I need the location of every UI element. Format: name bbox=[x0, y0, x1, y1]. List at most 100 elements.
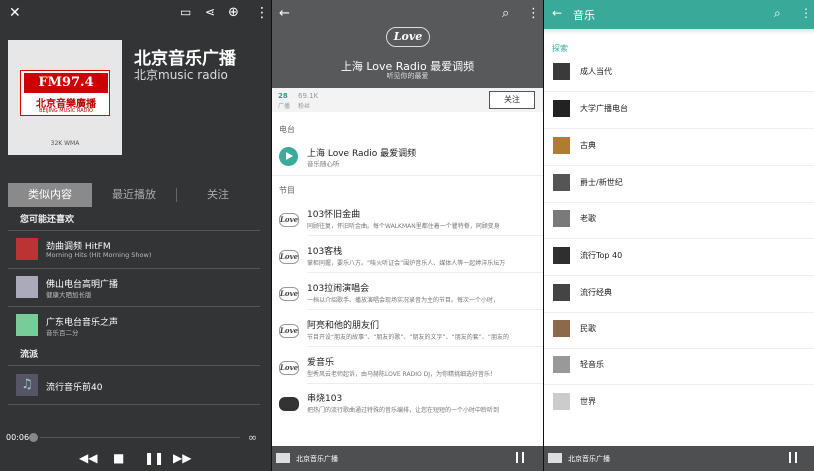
category-item[interactable]: 老歌 bbox=[544, 203, 814, 239]
program-desc: 把热门的流行歌曲通过特殊的音乐编排，让您在短短的一个小时中聆听到 bbox=[307, 407, 500, 414]
app-bar-shadow bbox=[544, 29, 814, 35]
cover-format: 32K WMA bbox=[50, 140, 80, 147]
divider bbox=[307, 235, 543, 236]
station-logo: Love bbox=[386, 27, 430, 47]
category-item[interactable]: 成人当代 bbox=[544, 56, 814, 92]
add-icon[interactable]: ⊕ bbox=[228, 5, 239, 20]
category-thumbnail bbox=[553, 356, 570, 373]
program-item[interactable]: Love 103怀旧金曲 同顾往复，怀旧听金曲。每个WALKMAN里都住着一个瞿… bbox=[272, 203, 543, 239]
share-icon[interactable]: ⋖ bbox=[205, 5, 215, 19]
category-item[interactable]: 流行Top 40 bbox=[544, 240, 814, 276]
program-item[interactable]: 串烧103 把热门的流行歌曲通过特殊的音乐编排，让您在短短的一个小时中聆听到 bbox=[272, 387, 543, 423]
program-desc: 掌柜同握，要乐八方。“唉火听证会”围炉音乐人、媒体人等一起婷洋乐坛万 bbox=[307, 260, 506, 267]
tab-follow[interactable]: 关注 bbox=[176, 183, 260, 207]
now-playing-screen: ✕ ▭ ⋖ ⊕ ⋮ FM97.4 北京音樂廣播 BEIJING MUSIC RA… bbox=[0, 0, 271, 471]
station-thumbnail bbox=[16, 314, 38, 336]
list-item[interactable]: 佛山电台高明广播 健康大晒加长版 bbox=[16, 276, 260, 306]
logo-english: BEIJING MUSIC RADIO bbox=[39, 108, 93, 114]
category-label: 民歌 bbox=[580, 324, 596, 333]
mini-player[interactable]: 北京音乐广播 bbox=[544, 446, 814, 471]
category-item[interactable]: 世界 bbox=[544, 386, 814, 422]
category-thumbnail bbox=[553, 210, 570, 227]
stop-icon[interactable]: ■ bbox=[113, 451, 124, 465]
station-thumbnail bbox=[16, 238, 38, 260]
category-label: 流行Top 40 bbox=[580, 251, 623, 260]
more-icon[interactable]: ⋮ bbox=[800, 6, 812, 20]
station-header: ← ⌕ ⋮ Love 上海 Love Radio 最爱调频 听见你的最爱 bbox=[272, 0, 543, 96]
close-icon[interactable]: ✕ bbox=[9, 5, 21, 21]
more-icon[interactable]: ⋮ bbox=[527, 6, 540, 21]
divider bbox=[307, 272, 543, 273]
loop-icon[interactable]: ∞ bbox=[248, 431, 257, 444]
item-desc: 音乐百二分 bbox=[46, 329, 79, 337]
divider bbox=[307, 309, 543, 310]
elapsed-time: 00:06 bbox=[6, 433, 30, 442]
comment-icon[interactable]: ▭ bbox=[180, 5, 191, 19]
program-title: 串烧103 bbox=[307, 394, 343, 404]
follow-button[interactable]: 关注 bbox=[489, 91, 535, 109]
category-label: 老歌 bbox=[580, 214, 596, 223]
program-item[interactable]: Love 阿亮和他的朋友们 节目开设“朋友的故事”、“朋友的歌”、“朋友的文字”… bbox=[272, 314, 543, 350]
category-thumbnail bbox=[553, 393, 570, 410]
mini-player[interactable]: 北京音乐广播 bbox=[272, 446, 543, 471]
category-thumbnail bbox=[553, 247, 570, 264]
mini-player-art bbox=[548, 453, 562, 463]
top-bar: ✕ ▭ ⋖ ⊕ ⋮ bbox=[0, 0, 271, 28]
item-title: 流行音乐前40 bbox=[46, 383, 103, 393]
search-icon[interactable]: ⌕ bbox=[502, 6, 509, 21]
category-label: 爵士/新世纪 bbox=[580, 178, 623, 187]
app-bar: ← 音乐 ⌕ ⋮ bbox=[544, 0, 814, 29]
play-icon[interactable] bbox=[279, 147, 298, 166]
tab-recent[interactable]: 最近播放 bbox=[92, 183, 176, 207]
pause-icon[interactable]: ❚❚ bbox=[144, 451, 164, 465]
station-cover: FM97.4 北京音樂廣播 BEIJING MUSIC RADIO 32K WM… bbox=[8, 40, 122, 155]
back-arrow-icon[interactable]: ← bbox=[552, 6, 562, 20]
section-title: 您可能还喜欢 bbox=[20, 215, 75, 225]
station-desc: 音乐随心听 bbox=[307, 160, 340, 168]
item-desc: Morning Hits (Hit Morning Show) bbox=[46, 251, 152, 259]
back-arrow-icon[interactable]: ← bbox=[279, 6, 290, 21]
station-subtitle: 北京music radio bbox=[134, 68, 228, 82]
program-item[interactable]: Love 103拉闹演唱会 一档以介绍歌手、播放演唱会现场实况录音为主的节目。每… bbox=[272, 277, 543, 313]
more-icon[interactable]: ⋮ bbox=[255, 5, 269, 21]
program-title: 103拉闹演唱会 bbox=[307, 284, 370, 294]
category-item[interactable]: 爵士/新世纪 bbox=[544, 167, 814, 203]
player-controls: 00:06 ∞ ◀◀ ■ ❚❚ ▶▶ bbox=[0, 430, 271, 471]
divider bbox=[307, 383, 543, 384]
category-item[interactable]: 流行经典 bbox=[544, 277, 814, 313]
category-item[interactable]: 大学广播电台 bbox=[544, 93, 814, 129]
pause-icon[interactable] bbox=[516, 452, 524, 463]
category-label: 轻音乐 bbox=[580, 360, 604, 369]
list-item[interactable]: 广东电台音乐之声 音乐百二分 bbox=[16, 314, 260, 344]
list-item[interactable]: 劲曲调频 HitFM Morning Hits (Hit Morning Sho… bbox=[16, 238, 260, 268]
broadcast-label: 广播 bbox=[278, 103, 291, 110]
category-thumbnail bbox=[553, 137, 570, 154]
seek-bar[interactable] bbox=[40, 437, 240, 438]
seek-handle[interactable] bbox=[29, 433, 38, 442]
program-logo: Love bbox=[279, 324, 299, 338]
pause-icon[interactable] bbox=[789, 452, 797, 463]
program-item[interactable]: Love 103客栈 掌柜同握，要乐八方。“唉火听证会”围炉音乐人、媒体人等一起… bbox=[272, 240, 543, 276]
divider bbox=[8, 230, 260, 231]
section-title: 流派 bbox=[20, 350, 39, 360]
program-item[interactable]: Love 爱音乐 型秀风云老师起诉，由马赫陈LOVE RADIO DJ，为你精挑… bbox=[272, 351, 543, 387]
program-logo: Love bbox=[279, 213, 299, 227]
category-item[interactable]: 古典 bbox=[544, 130, 814, 166]
divider bbox=[8, 306, 260, 307]
program-title: 阿亮和他的朋友们 bbox=[307, 321, 380, 331]
category-item[interactable]: 民歌 bbox=[544, 313, 814, 349]
station-detail-screen: ← ⌕ ⋮ Love 上海 Love Radio 最爱调频 听见你的最爱 28 … bbox=[272, 0, 543, 471]
program-logo: Love bbox=[279, 287, 299, 301]
search-icon[interactable]: ⌕ bbox=[774, 6, 781, 21]
category-item[interactable]: 轻音乐 bbox=[544, 349, 814, 385]
logo-frequency: FM97.4 bbox=[24, 73, 108, 93]
list-item[interactable]: ♫ 流行音乐前40 bbox=[16, 374, 260, 404]
program-desc: 一档以介绍歌手、播放演唱会现场实况录音为主的节目。每次一个小时， bbox=[307, 297, 500, 304]
program-logo: Love bbox=[279, 361, 299, 375]
fans-count: 69.1K bbox=[298, 92, 319, 100]
mini-player-art bbox=[276, 453, 290, 463]
rewind-icon[interactable]: ◀◀ bbox=[79, 451, 97, 465]
fast-forward-icon[interactable]: ▶▶ bbox=[173, 451, 191, 465]
section-title: 探索 bbox=[552, 44, 568, 53]
tab-similar[interactable]: 类似内容 bbox=[8, 183, 92, 207]
